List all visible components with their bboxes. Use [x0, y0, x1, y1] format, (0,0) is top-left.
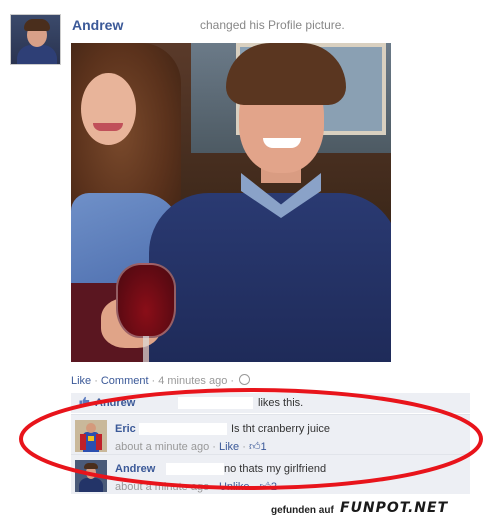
commenter-avatar[interactable]: [75, 420, 107, 452]
like-link[interactable]: Like: [71, 375, 91, 387]
globe-icon: [239, 374, 250, 385]
comment-timestamp[interactable]: about a minute ago: [115, 481, 209, 493]
author-avatar[interactable]: [10, 14, 61, 65]
story-text: changed his Profile picture.: [200, 18, 345, 32]
post-actions: Like · Comment · 4 minutes ago ·: [71, 374, 250, 387]
comment-text: no thats my girlfriend: [224, 463, 327, 475]
author-name-link[interactable]: Andrew: [72, 17, 123, 33]
redaction-bar: [178, 397, 253, 409]
thumbs-up-icon[interactable]: 👍︎: [249, 441, 261, 453]
commenter-name-link[interactable]: Andrew: [115, 463, 155, 475]
watermark-logo: FUNPOT.NET: [340, 500, 449, 516]
redaction-bar: [166, 463, 224, 475]
commenter-name-link[interactable]: Eric: [115, 423, 136, 435]
comment-like-count[interactable]: 1: [260, 441, 266, 453]
comment-meta: about a minute ago · Unlike · 👍︎2: [115, 481, 277, 493]
commenter-avatar[interactable]: [75, 460, 107, 492]
likes-text: likes this.: [258, 397, 304, 409]
comment-item: Eric Is tht cranberry juice about a minu…: [71, 414, 470, 454]
comment-unlike-link[interactable]: Unlike: [219, 481, 250, 493]
thumbs-up-icon[interactable]: 👍︎: [259, 481, 271, 493]
redaction-bar: [139, 423, 227, 435]
comment-meta: about a minute ago · Like · 👍︎1: [115, 441, 267, 453]
comment-text: Is tht cranberry juice: [231, 423, 331, 435]
post-timestamp[interactable]: 4 minutes ago: [158, 375, 227, 387]
comment-like-count[interactable]: 2: [271, 481, 277, 493]
comment-item: Andrew no thats my girlfriend about a mi…: [71, 454, 470, 494]
thumbs-up-icon: [79, 396, 90, 407]
comment-link[interactable]: Comment: [101, 375, 149, 387]
comment-like-link[interactable]: Like: [219, 441, 239, 453]
comment-timestamp[interactable]: about a minute ago: [115, 441, 209, 453]
profile-photo[interactable]: [71, 43, 391, 362]
liker-name-link[interactable]: Andrew: [95, 397, 135, 409]
watermark-prefix: gefunden auf: [271, 505, 334, 516]
likes-row: Andrew likes this.: [71, 393, 470, 413]
